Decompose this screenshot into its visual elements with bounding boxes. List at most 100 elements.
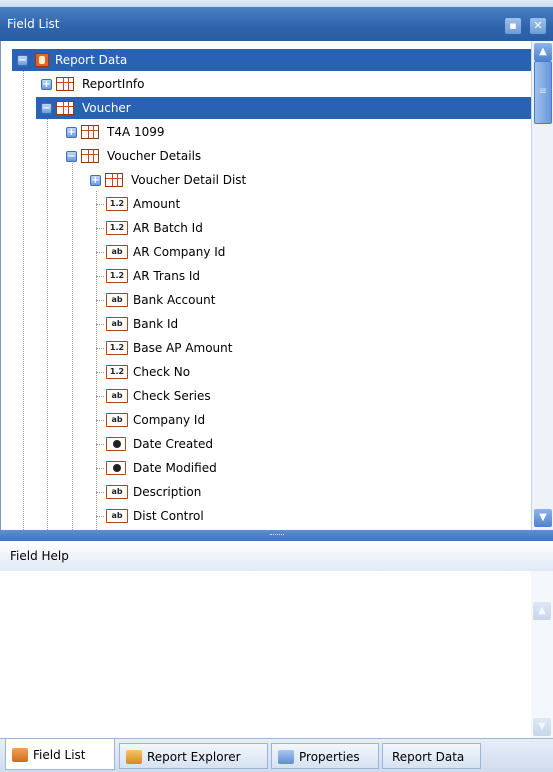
tree-field-label: Amount bbox=[133, 197, 181, 211]
tree-field-item[interactable]: ab Description bbox=[96, 481, 516, 503]
tree-connector bbox=[96, 468, 104, 469]
tree-field-item[interactable]: ab Dist Control bbox=[96, 505, 516, 527]
expand-icon[interactable]: + bbox=[41, 79, 52, 90]
tree-node-label: Voucher Details bbox=[107, 149, 202, 163]
tree-field-item[interactable]: 1.2 Amount bbox=[96, 193, 516, 215]
tree-node-t4a-1099[interactable]: + T4A 1099 bbox=[61, 121, 501, 143]
tree-field-item[interactable]: ab Check Series bbox=[96, 385, 516, 407]
tree-field-label: Dist Control bbox=[133, 509, 204, 523]
field-tree: − Report Data + ReportInfo − Voucher + T… bbox=[0, 41, 531, 530]
numeric-field-icon: 1.2 bbox=[106, 221, 128, 235]
tree-field-label: Bank Account bbox=[133, 293, 216, 307]
tree-node-voucher-details[interactable]: − Voucher Details bbox=[61, 145, 501, 167]
string-field-icon: ab bbox=[106, 413, 128, 427]
table-icon bbox=[56, 101, 74, 115]
expand-icon[interactable]: + bbox=[66, 127, 77, 138]
tree-node-label: ReportInfo bbox=[82, 77, 145, 91]
tree-field-item[interactable]: 1.2 Check No bbox=[96, 361, 516, 383]
numeric-field-icon: 1.2 bbox=[106, 365, 128, 379]
tab-field-list[interactable]: Field List bbox=[5, 739, 115, 770]
scrollbar-thumb[interactable]: ≡ bbox=[534, 61, 552, 124]
tree-field-label: Description bbox=[133, 485, 202, 499]
panel-title: Field List bbox=[7, 17, 60, 31]
tree-field-item[interactable]: 1.2 Base AP Amount bbox=[96, 337, 516, 359]
bottom-tab-bar: Field List Report Explorer Properties Re… bbox=[0, 738, 553, 772]
tree-connector bbox=[96, 492, 104, 493]
tree-field-item[interactable]: ab Company Id bbox=[96, 409, 516, 431]
tree-node-reportinfo[interactable]: + ReportInfo bbox=[36, 73, 516, 95]
tab-report-data[interactable]: Report Data bbox=[382, 743, 481, 769]
tree-connector bbox=[96, 420, 104, 421]
tree-field-label: Date Created bbox=[133, 437, 213, 451]
tree-field-item[interactable]: 1.2 AR Trans Id bbox=[96, 265, 516, 287]
tree-connector bbox=[96, 252, 104, 253]
tree-node-label: T4A 1099 bbox=[107, 125, 165, 139]
tree-field-label: Bank Id bbox=[133, 317, 179, 331]
tab-report-explorer[interactable]: Report Explorer bbox=[119, 743, 268, 769]
tree-field-label: Base AP Amount bbox=[133, 341, 233, 355]
field-list-icon bbox=[12, 747, 28, 762]
tree-field-label: AR Batch Id bbox=[133, 221, 203, 235]
tree-field-label: AR Trans Id bbox=[133, 269, 201, 283]
tab-properties[interactable]: Properties bbox=[271, 743, 379, 769]
tree-connector bbox=[96, 228, 104, 229]
tree-field-label: AR Company Id bbox=[133, 245, 226, 259]
string-field-icon: ab bbox=[106, 485, 128, 499]
string-field-icon: ab bbox=[106, 317, 128, 331]
tree-connector bbox=[96, 372, 104, 373]
date-field-icon bbox=[106, 437, 126, 451]
tree-field-item[interactable]: ab Bank Id bbox=[96, 313, 516, 335]
string-field-icon: ab bbox=[106, 389, 128, 403]
tree-scrollbar[interactable]: ▲ ≡ ▼ bbox=[531, 41, 553, 530]
numeric-field-icon: 1.2 bbox=[106, 269, 128, 283]
tree-guide-line bbox=[23, 59, 24, 530]
numeric-field-icon: 1.2 bbox=[106, 197, 128, 211]
tree-connector bbox=[96, 516, 104, 517]
scroll-down-icon[interactable]: ▼ bbox=[533, 718, 551, 736]
collapse-icon[interactable]: − bbox=[17, 55, 28, 66]
tree-field-item[interactable]: 1.2 AR Batch Id bbox=[96, 217, 516, 239]
tree-connector bbox=[96, 396, 104, 397]
date-field-icon bbox=[106, 461, 126, 475]
expand-icon[interactable]: + bbox=[90, 175, 101, 186]
collapse-icon[interactable]: − bbox=[41, 103, 52, 114]
panel-titlebar: Field List ▪ ✕ bbox=[0, 7, 553, 41]
tree-field-label: Company Id bbox=[133, 413, 206, 427]
close-icon[interactable]: ✕ bbox=[530, 18, 546, 34]
scroll-up-icon[interactable]: ▲ bbox=[534, 43, 552, 61]
tree-node-report-data[interactable]: − Report Data bbox=[12, 49, 531, 71]
tree-connector bbox=[96, 300, 104, 301]
pin-icon[interactable]: ▪ bbox=[505, 18, 521, 34]
tree-field-item[interactable]: Date Modified bbox=[96, 457, 516, 479]
string-field-icon: ab bbox=[106, 245, 128, 259]
tree-connector bbox=[96, 204, 104, 205]
scroll-up-icon[interactable]: ▲ bbox=[533, 602, 551, 620]
tree-field-item[interactable]: Date Created bbox=[96, 433, 516, 455]
table-icon bbox=[105, 173, 123, 187]
tab-label: Field List bbox=[33, 748, 86, 762]
table-icon bbox=[81, 125, 99, 139]
help-scrollbar[interactable]: ▲ ▼ bbox=[531, 571, 553, 738]
panel-splitter[interactable] bbox=[0, 530, 553, 541]
tree-connector bbox=[96, 348, 104, 349]
tree-connector bbox=[96, 276, 104, 277]
splitter-grip[interactable] bbox=[270, 534, 284, 537]
tree-node-voucher[interactable]: − Voucher bbox=[36, 97, 531, 119]
tree-guide-line bbox=[47, 105, 48, 530]
tree-field-item[interactable]: ab Bank Account bbox=[96, 289, 516, 311]
help-header: Field Help bbox=[0, 541, 553, 572]
scroll-down-icon[interactable]: ▼ bbox=[534, 509, 552, 527]
tree-field-label: Check Series bbox=[133, 389, 211, 403]
tab-label: Properties bbox=[299, 750, 360, 764]
collapse-icon[interactable]: − bbox=[66, 151, 77, 162]
tree-node-voucher-detail-dist[interactable]: + Voucher Detail Dist bbox=[85, 169, 505, 191]
table-icon bbox=[56, 77, 74, 91]
tree-connector bbox=[96, 324, 104, 325]
tree-node-label: Voucher Detail Dist bbox=[131, 173, 247, 187]
tree-node-label: Voucher bbox=[82, 101, 131, 115]
string-field-icon: ab bbox=[106, 509, 128, 523]
tree-connector bbox=[96, 444, 104, 445]
tree-field-item[interactable]: ab AR Company Id bbox=[96, 241, 516, 263]
tab-label: Report Data bbox=[392, 750, 465, 764]
database-icon bbox=[35, 53, 49, 67]
